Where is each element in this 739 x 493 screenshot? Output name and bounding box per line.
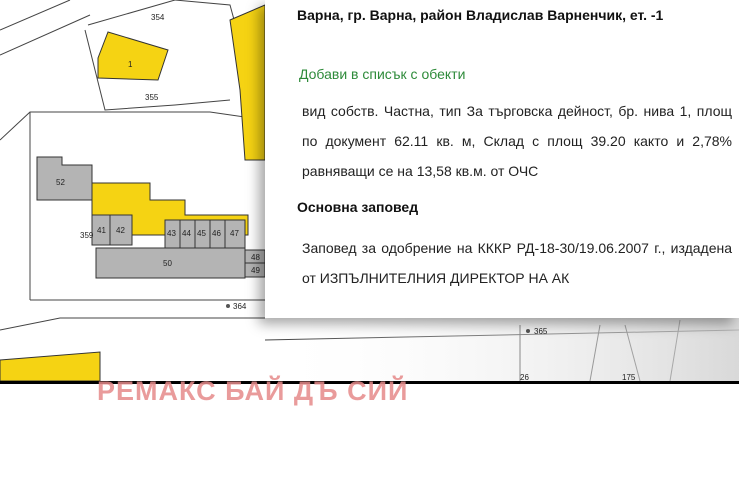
parcel-49: 49 (251, 266, 260, 275)
parcel-365: 365 (534, 327, 548, 336)
point-marker (526, 329, 530, 333)
watermark: РЕМАКС БАЙ ДЪ СИЙ (97, 376, 409, 406)
parcel-44: 44 (182, 229, 191, 238)
section-heading-order: Основна заповед (297, 199, 419, 215)
building-right (229, 4, 266, 161)
add-to-list-link[interactable]: Добави в списък с обекти (299, 66, 465, 82)
parcel-52: 52 (56, 178, 65, 187)
property-address: Варна, гр. Варна, район Владислав Варнен… (297, 7, 664, 23)
parcel-354: 354 (151, 13, 165, 22)
parcel-50: 50 (163, 259, 172, 268)
parcel-359: 359 (80, 231, 94, 240)
parcel-355: 355 (145, 93, 159, 102)
parcel-43: 43 (167, 229, 176, 238)
order-text: Заповед за одобрение на КККР РД-18-30/19… (302, 240, 732, 286)
point-marker (226, 304, 230, 308)
parcel-47: 47 (230, 229, 239, 238)
property-description: вид собств. Частна, тип За търговска дей… (302, 103, 732, 179)
parcel-42: 42 (116, 226, 125, 235)
parcel-45: 45 (197, 229, 206, 238)
parcel-1: 1 (128, 60, 133, 69)
parcel-48: 48 (251, 253, 260, 262)
parcel-46: 46 (212, 229, 221, 238)
parcel-41: 41 (97, 226, 106, 235)
building-bottom-left (0, 351, 101, 382)
info-popup: Варна, гр. Варна, район Владислав Варнен… (265, 0, 739, 318)
parcel-364: 364 (233, 302, 247, 311)
building-1 (97, 31, 169, 81)
